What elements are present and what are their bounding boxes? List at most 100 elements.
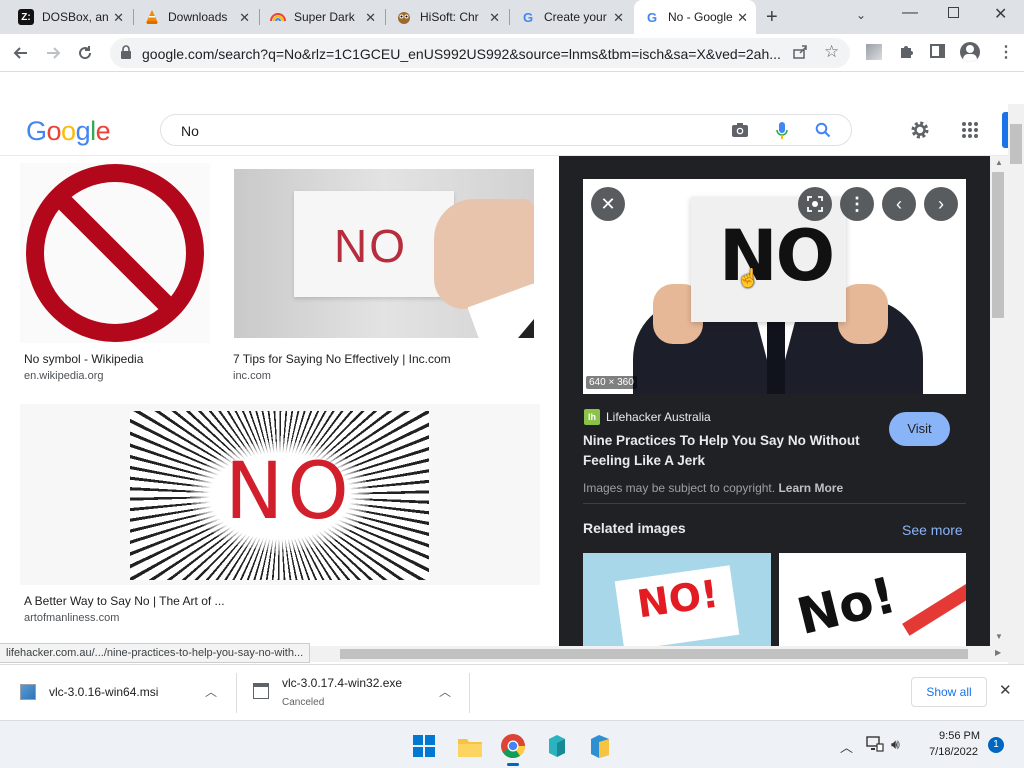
app-boxes-icon[interactable] <box>545 733 569 764</box>
download-filename: vlc-3.0.17.4-win32.exe <box>282 676 403 690</box>
result-image-manliness[interactable]: NO <box>20 404 540 585</box>
download-item[interactable]: vlc-3.0.16-win64.msi ︿ <box>0 665 236 721</box>
close-tab-icon[interactable]: ✕ <box>239 10 250 26</box>
previous-arrow-icon[interactable]: ‹ <box>882 187 916 221</box>
notification-badge[interactable]: 1 <box>988 737 1004 753</box>
app-books-icon[interactable] <box>588 733 612 764</box>
see-more-link[interactable]: See more <box>902 522 963 538</box>
vertical-scrollbar[interactable]: ▲ ▼ <box>990 156 1008 646</box>
lens-search-icon[interactable] <box>798 187 832 221</box>
tray-chevron-up-icon[interactable]: ︿ <box>840 737 853 756</box>
google-icon: G <box>522 9 534 25</box>
apps-grid-icon[interactable] <box>961 121 979 144</box>
search-input[interactable]: No <box>181 123 199 139</box>
next-arrow-icon[interactable]: › <box>924 187 958 221</box>
share-icon[interactable] <box>792 44 808 65</box>
downloads-bar: vlc-3.0.16-win64.msi ︿ vlc-3.0.17.4-win3… <box>0 664 1024 720</box>
tab-search-icon[interactable]: ⌄ <box>856 8 866 22</box>
network-icon[interactable] <box>866 736 884 757</box>
tab-create-your[interactable]: G Create your ✕ <box>510 0 632 34</box>
new-tab-button[interactable]: + <box>766 6 778 29</box>
tab-dosbox[interactable]: Z: DOSBox, an ✕ <box>8 0 132 34</box>
owl-icon <box>396 9 412 25</box>
sign-text: NO <box>334 220 407 272</box>
preview-title-line1[interactable]: Nine Practices To Help You Say No Withou… <box>583 433 860 448</box>
result-title[interactable]: No symbol - Wikipedia <box>24 352 143 366</box>
settings-gear-icon[interactable] <box>909 119 931 146</box>
side-panel-icon[interactable] <box>930 44 945 58</box>
clock-time[interactable]: 9:56 PM <box>922 730 980 742</box>
related-images-heading: Related images <box>583 520 686 536</box>
result-title[interactable]: A Better Way to Say No | The Art of ... <box>24 594 225 608</box>
tab-downloads[interactable]: Downloads ✕ <box>134 0 258 34</box>
menu-kebab-icon[interactable]: ⋮ <box>998 42 1014 62</box>
download-item[interactable]: vlc-3.0.17.4-win32.exe Canceled ︿ <box>237 665 469 721</box>
site-name[interactable]: Lifehacker Australia <box>606 410 711 424</box>
forward-arrow-icon[interactable] <box>42 42 64 64</box>
result-source[interactable]: en.wikipedia.org <box>24 370 104 382</box>
chevron-up-icon[interactable]: ︿ <box>205 683 217 700</box>
close-tab-icon[interactable]: ✕ <box>113 10 124 26</box>
site-logo-icon: lh <box>584 409 600 425</box>
tab-title: DOSBox, an <box>42 10 109 24</box>
tab-hisoft[interactable]: HiSoft: Chr ✕ <box>386 0 508 34</box>
google-header: Google No <box>0 104 1008 156</box>
show-all-button[interactable]: Show all <box>911 677 987 707</box>
more-options-icon[interactable]: ⋮ <box>840 187 874 221</box>
microphone-icon[interactable] <box>775 121 789 146</box>
clock-date[interactable]: 7/18/2022 <box>912 746 978 758</box>
related-image-1[interactable]: NO! <box>583 553 771 646</box>
tab-super-dark[interactable]: Super Dark ✕ <box>260 0 384 34</box>
file-explorer-icon[interactable] <box>457 736 483 763</box>
close-tab-icon[interactable]: ✕ <box>365 10 376 26</box>
camera-icon[interactable] <box>731 122 749 143</box>
volume-icon[interactable]: 🔊︎ <box>891 736 900 753</box>
back-arrow-icon[interactable] <box>10 42 32 64</box>
search-icon[interactable] <box>815 122 831 143</box>
exe-file-icon <box>253 683 269 699</box>
tab-no-google[interactable]: G No - Google ✕ <box>634 0 756 34</box>
tab-title: Create your <box>544 10 607 24</box>
learn-more-link[interactable]: Learn More <box>778 481 843 495</box>
scroll-up-arrow-icon[interactable]: ▲ <box>995 158 1003 167</box>
address-bar[interactable]: google.com/search?q=No&rlz=1C1GCEU_enUS9… <box>110 38 850 68</box>
reload-icon[interactable] <box>74 42 96 64</box>
visit-button[interactable]: Visit <box>889 412 950 446</box>
tab-title: Super Dark <box>294 10 355 24</box>
close-tab-icon[interactable]: ✕ <box>489 10 500 26</box>
puzzle-icon[interactable] <box>898 42 916 65</box>
close-tab-icon[interactable]: ✕ <box>737 10 748 26</box>
page-scrollbar[interactable] <box>1008 104 1024 664</box>
result-image-inc[interactable]: NO <box>234 169 534 338</box>
windows-start-icon[interactable] <box>413 735 435 762</box>
horizontal-scroll-thumb[interactable] <box>340 649 968 659</box>
result-title[interactable]: 7 Tips for Saying No Effectively | Inc.c… <box>233 352 451 366</box>
restore-button[interactable] <box>948 7 959 18</box>
related-image-2[interactable]: No! <box>779 553 966 646</box>
sign-text: No! <box>791 565 902 646</box>
page-scroll-thumb[interactable] <box>1010 124 1022 164</box>
chrome-icon[interactable] <box>500 733 526 766</box>
result-source[interactable]: artofmanliness.com <box>24 612 119 624</box>
scroll-right-arrow-icon[interactable]: ▶ <box>995 648 1001 657</box>
close-icon[interactable]: ✕ <box>591 187 625 221</box>
scroll-down-arrow-icon[interactable]: ▼ <box>995 632 1003 641</box>
search-box[interactable]: No <box>160 114 852 146</box>
close-tab-icon[interactable]: ✕ <box>613 10 624 26</box>
result-image-no-symbol[interactable] <box>20 163 210 343</box>
close-window-button[interactable]: ✕ <box>994 4 1007 24</box>
profile-icon[interactable] <box>960 42 980 62</box>
bookmark-star-icon[interactable]: ☆ <box>824 42 839 62</box>
preview-title-line2[interactable]: Feeling Like A Jerk <box>583 453 705 468</box>
result-source[interactable]: inc.com <box>233 370 271 382</box>
extension-icon[interactable] <box>866 44 882 60</box>
minimize-button[interactable]: — <box>902 4 918 22</box>
divider <box>583 503 966 504</box>
close-downloads-icon[interactable]: ✕ <box>999 681 1012 699</box>
vertical-scroll-thumb[interactable] <box>992 172 1004 318</box>
google-logo[interactable]: Google <box>26 116 111 147</box>
rainbow-icon <box>270 9 286 25</box>
image-dimensions: 640 × 360 <box>586 376 637 389</box>
chevron-up-icon[interactable]: ︿ <box>439 683 451 700</box>
lock-icon[interactable] <box>120 45 132 64</box>
